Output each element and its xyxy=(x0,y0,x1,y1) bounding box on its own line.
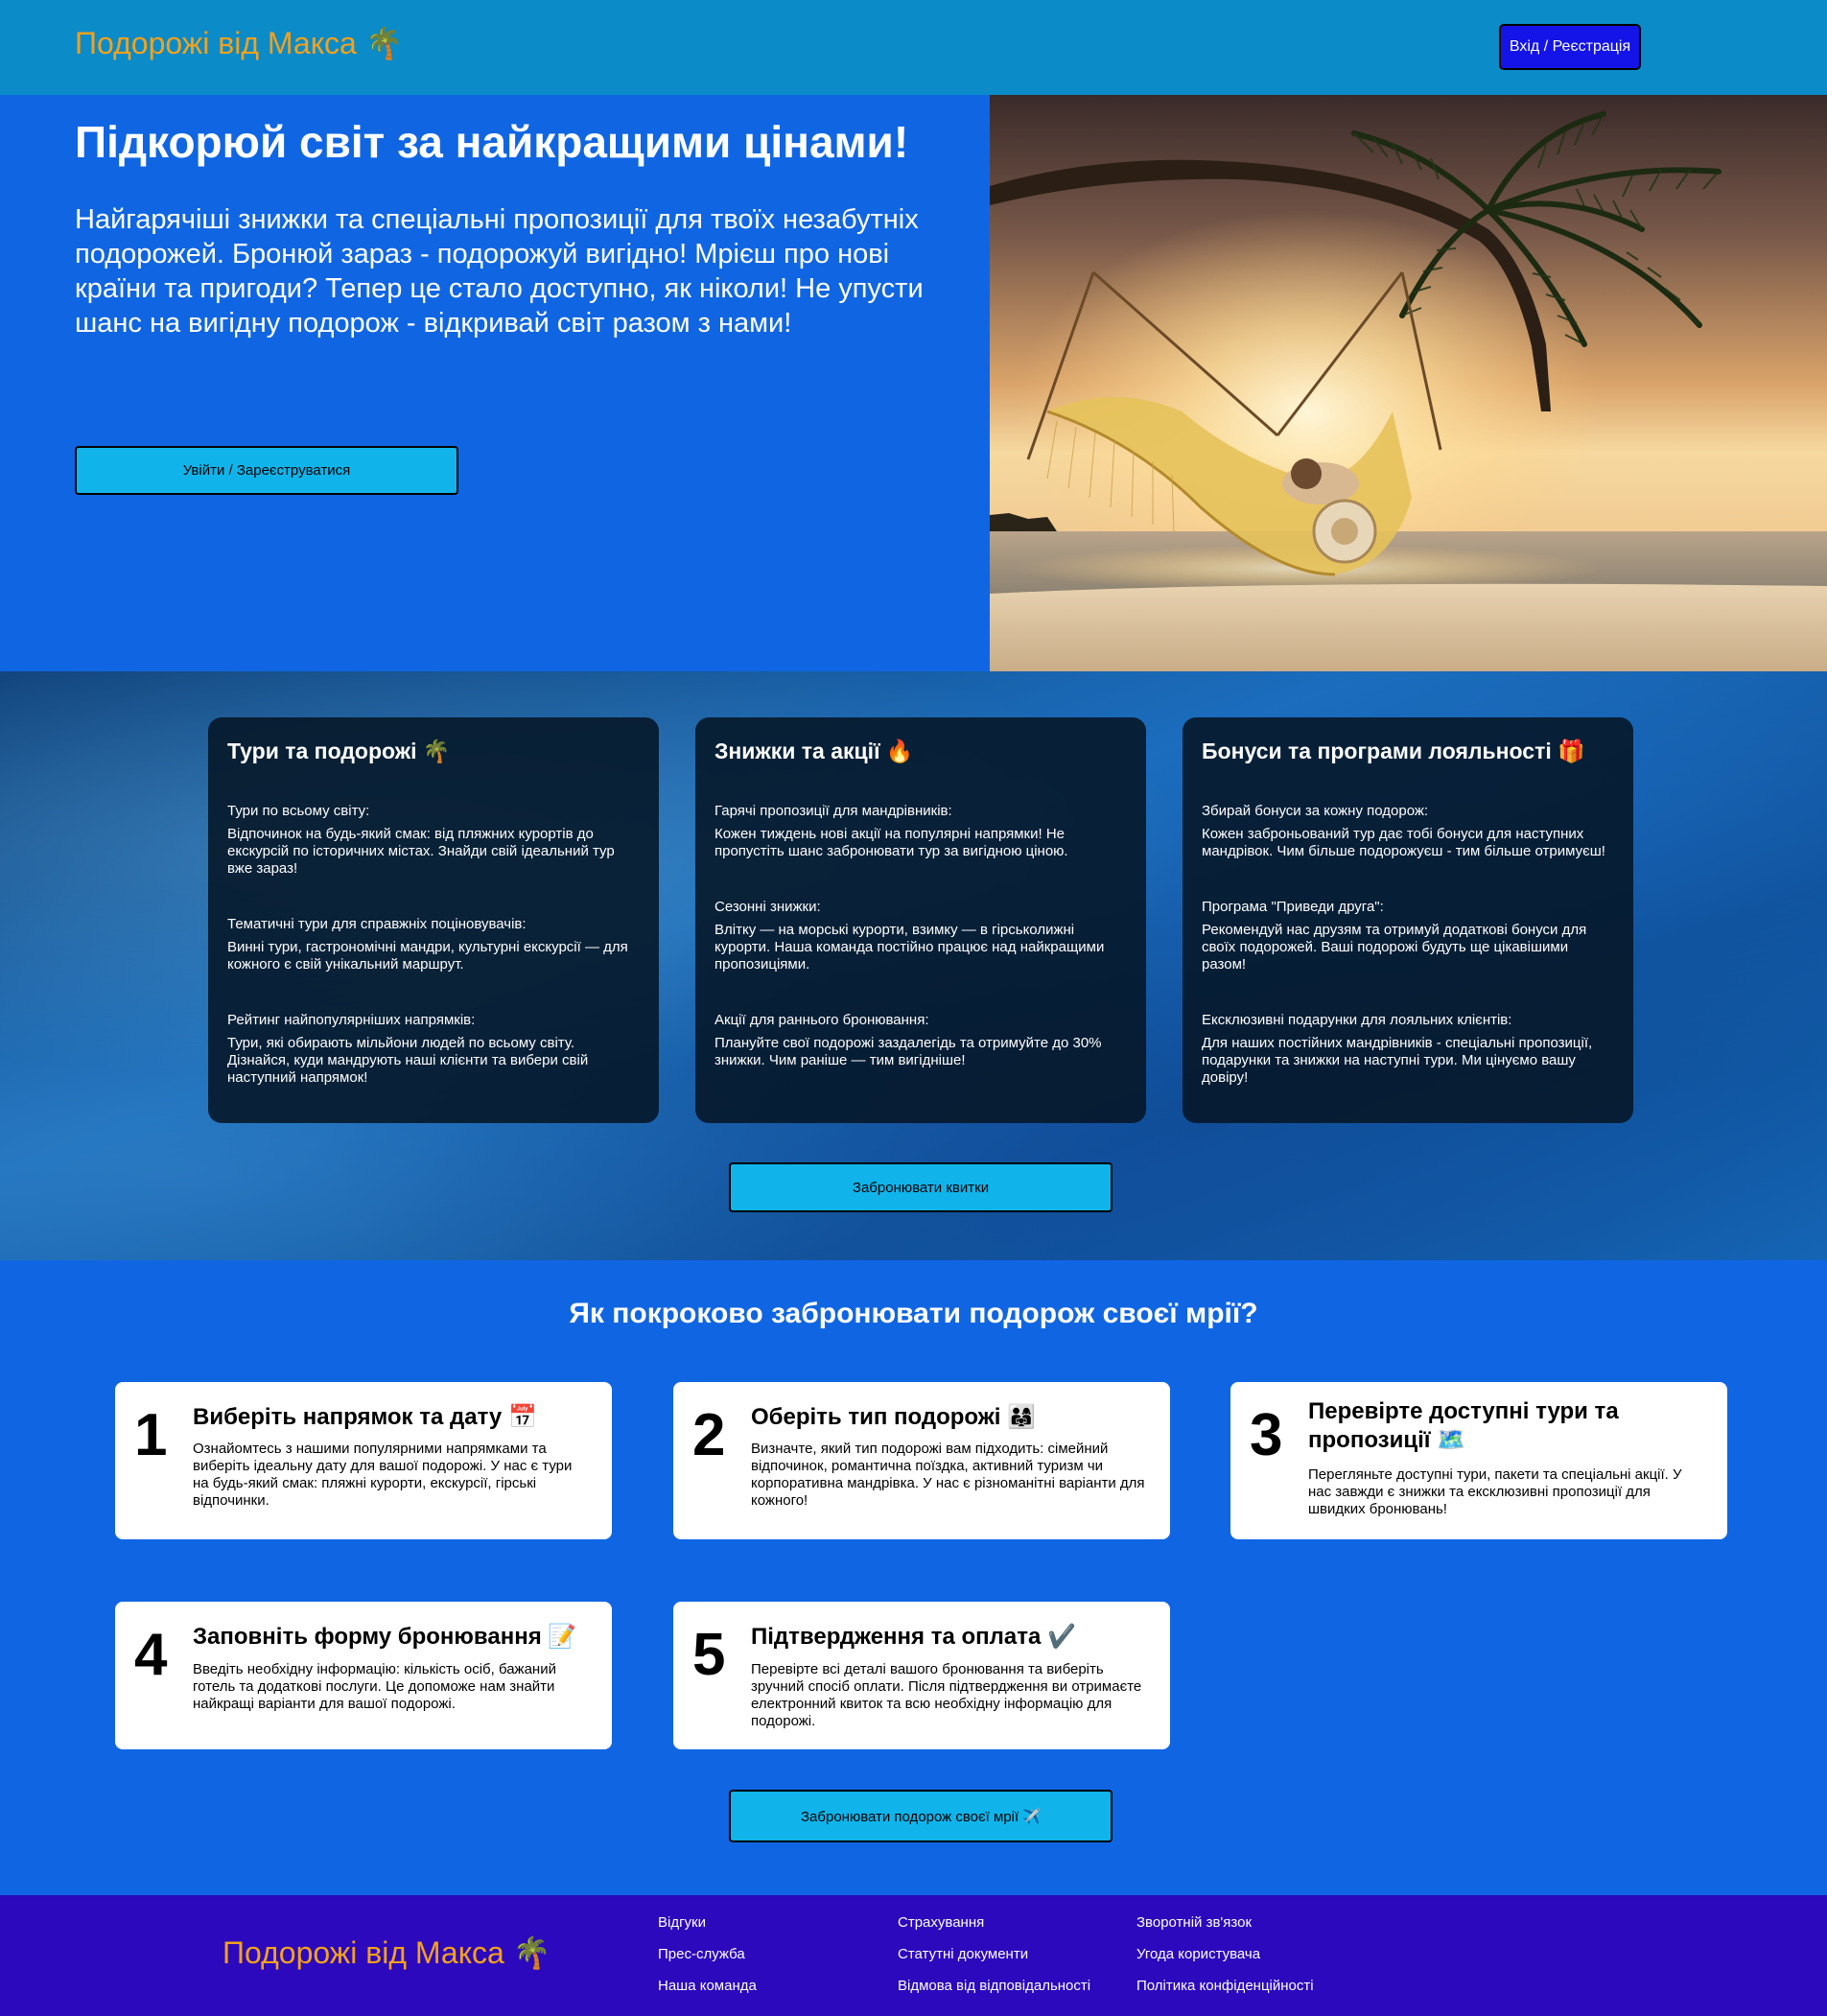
feature-block-text: Для наших постійних мандрівників - спеці… xyxy=(1202,1035,1593,1086)
feature-block-heading: Збирай бонуси за кожну подорож: xyxy=(1202,803,1429,819)
feature-card-title: Тури та подорожі 🌴 xyxy=(227,738,451,763)
feature-block: Програма "Приведи друга": Рекомендуй нас… xyxy=(1202,899,1614,973)
hero-title: Підкорюй світ за найкращими цінами! xyxy=(75,117,909,167)
feature-card-bonuses: Бонуси та програми лояльності 🎁 Збирай б… xyxy=(1183,717,1633,1123)
feature-block: Ексклюзивні подарунки для лояльних клієн… xyxy=(1202,1012,1614,1087)
site-footer: Подорожі від Макса 🌴 Відгуки Прес-служба… xyxy=(0,1895,1827,2016)
feature-block-text: Влітку — на морські курорти, взимку — в … xyxy=(714,922,1105,973)
step-title: Підтвердження та оплата ✔️ xyxy=(751,1624,1076,1650)
feature-block: Тематичні тури для справжніх поціновувач… xyxy=(227,916,640,973)
footer-link-reviews[interactable]: Відгуки xyxy=(658,1907,757,1938)
step-number: 3 xyxy=(1250,1402,1283,1468)
step-number: 5 xyxy=(692,1622,726,1688)
feature-block-text: Кожен заброньований тур дає тобі бонуси … xyxy=(1202,826,1605,859)
feature-block-heading: Акції для раннього бронювання: xyxy=(714,1012,929,1028)
step-card-3: 3 Перевірте доступні тури та пропозиції … xyxy=(1230,1382,1727,1539)
feature-block-heading: Гарячі пропозиції для мандрівників: xyxy=(714,803,952,819)
step-card-5: 5 Підтвердження та оплата ✔️ Перевірте в… xyxy=(673,1602,1170,1749)
feature-block-heading: Сезонні знижки: xyxy=(714,899,821,915)
footer-link-disclaimer[interactable]: Відмова від відповідальності xyxy=(898,1970,1090,2002)
footer-column-2: Страхування Статутні документи Відмова в… xyxy=(898,1907,1090,2002)
site-header: Подорожі від Макса 🌴 Вхід / Реєстрація xyxy=(0,0,1827,95)
footer-link-statutory-docs[interactable]: Статутні документи xyxy=(898,1938,1090,1970)
book-dream-trip-button[interactable]: Забронювати подорож своєї мрії ✈️ xyxy=(729,1790,1113,1842)
feature-block-text: Тури, які обирають мільйони людей по всь… xyxy=(227,1035,589,1086)
feature-card-discounts: Знижки та акції 🔥 Гарячі пропозиції для … xyxy=(695,717,1146,1123)
feature-block-heading: Рейтинг найпопулярніших напрямків: xyxy=(227,1012,476,1028)
step-title: Оберіть тип подорожі 👨‍👩‍👧 xyxy=(751,1404,1036,1430)
footer-link-feedback[interactable]: Зворотній зв'язок xyxy=(1136,1907,1314,1938)
footer-link-user-agreement[interactable]: Угода користувача xyxy=(1136,1938,1314,1970)
footer-column-3: Зворотній зв'язок Угода користувача Полі… xyxy=(1136,1907,1314,2002)
footer-logo[interactable]: Подорожі від Макса 🌴 xyxy=(223,1934,551,1971)
feature-block: Сезонні знижки: Влітку — на морські куро… xyxy=(714,899,1127,973)
footer-link-team[interactable]: Наша команда xyxy=(658,1970,757,2002)
step-number: 2 xyxy=(692,1402,726,1468)
step-text: Визначте, який тип подорожі вам підходит… xyxy=(751,1441,1145,1509)
hero-beach-image xyxy=(990,95,1827,671)
feature-block-text: Плануйте свої подорожі заздалегідь та от… xyxy=(714,1035,1102,1068)
footer-link-press[interactable]: Прес-служба xyxy=(658,1938,757,1970)
step-title: Перевірте доступні тури та пропозиції 🗺️ xyxy=(1308,1398,1619,1453)
site-logo[interactable]: Подорожі від Макса 🌴 xyxy=(75,25,404,61)
feature-block: Гарячі пропозиції для мандрівників: Коже… xyxy=(714,803,1127,860)
hero-signin-button[interactable]: Увійти / Зареєструватися xyxy=(75,446,458,495)
feature-block-heading: Тематичні тури для справжніх поціновувач… xyxy=(227,916,527,932)
step-card-4: 4 Заповніть форму бронювання 📝 Введіть н… xyxy=(115,1602,612,1749)
step-title: Заповніть форму бронювання 📝 xyxy=(193,1624,577,1650)
feature-block-text: Винні тури, гастрономічні мандри, культу… xyxy=(227,939,628,973)
footer-link-privacy-policy[interactable]: Політика конфіденційності xyxy=(1136,1970,1314,2002)
feature-block-text: Кожен тиждень нові акції на популярні на… xyxy=(714,826,1068,859)
feature-card-title: Знижки та акції 🔥 xyxy=(714,738,914,763)
feature-card-tours: Тури та подорожі 🌴 Тури по всьому світу:… xyxy=(208,717,659,1123)
feature-card-title: Бонуси та програми лояльності 🎁 xyxy=(1202,738,1585,763)
footer-column-1: Відгуки Прес-служба Наша команда xyxy=(658,1907,757,2002)
step-text: Ознайомтесь з нашими популярними напрямк… xyxy=(193,1441,573,1509)
step-number: 4 xyxy=(134,1622,168,1688)
step-card-1: 1 Виберіть напрямок та дату 📅 Ознайомтес… xyxy=(115,1382,612,1539)
step-title: Виберіть напрямок та дату 📅 xyxy=(193,1404,537,1430)
step-text: Перегляньте доступні тури, пакети та спе… xyxy=(1308,1466,1682,1517)
login-register-button[interactable]: Вхід / Реєстрація xyxy=(1499,24,1641,70)
step-text: Введіть необхідну інформацію: кількість … xyxy=(193,1661,556,1712)
feature-block: Збирай бонуси за кожну подорож: Кожен за… xyxy=(1202,803,1614,860)
feature-block: Рейтинг найпопулярніших напрямків: Тури,… xyxy=(227,1012,640,1087)
features-section: Тури та подорожі 🌴 Тури по всьому світу:… xyxy=(0,671,1827,1260)
feature-block-heading: Тури по всьому світу: xyxy=(227,803,370,819)
feature-block-text: Відпочинок на будь-який смак: від пляжни… xyxy=(227,826,615,877)
feature-block: Тури по всьому світу: Відпочинок на будь… xyxy=(227,803,640,878)
steps-title: Як покроково забронювати подорож своєї м… xyxy=(569,1298,1258,1329)
book-tickets-button[interactable]: Забронювати квитки xyxy=(729,1162,1113,1212)
hero-section: Підкорюй світ за найкращими цінами! Найг… xyxy=(0,95,1827,671)
step-text: Перевірте всі деталі вашого бронювання т… xyxy=(751,1661,1142,1729)
hero-description: Найгарячіші знижки та спеціальні пропози… xyxy=(75,204,924,339)
feature-block: Акції для раннього бронювання: Плануйте … xyxy=(714,1012,1127,1069)
feature-block-text: Рекомендуй нас друзям та отримуй додатко… xyxy=(1202,922,1587,973)
beach-hammock-illustration xyxy=(990,95,1827,671)
feature-block-heading: Ексклюзивні подарунки для лояльних клієн… xyxy=(1202,1012,1512,1028)
step-number: 1 xyxy=(134,1402,168,1468)
feature-block-heading: Програма "Приведи друга": xyxy=(1202,899,1384,915)
footer-link-insurance[interactable]: Страхування xyxy=(898,1907,1090,1938)
step-card-2: 2 Оберіть тип подорожі 👨‍👩‍👧 Визначте, я… xyxy=(673,1382,1170,1539)
